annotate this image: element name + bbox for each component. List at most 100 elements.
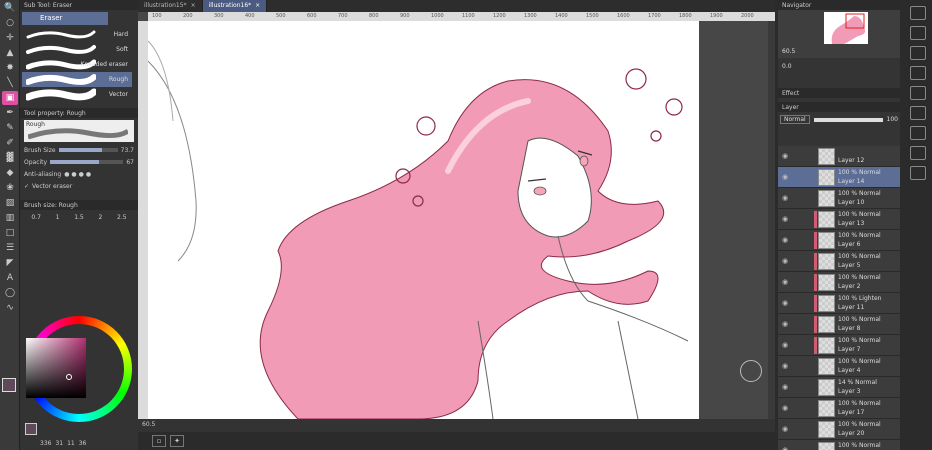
layer-opacity-value[interactable]: 100 (887, 116, 898, 123)
frame-tool-icon[interactable]: ☰ (2, 241, 18, 255)
brush-size-panel-header: Brush size: Rough (20, 200, 138, 210)
brush-item[interactable]: Vector (22, 87, 132, 102)
panel-toggle-icon[interactable] (910, 146, 926, 160)
brush-size-preset[interactable]: 2.5 (117, 214, 127, 221)
brush-item[interactable]: Kneaded eraser (22, 57, 132, 72)
panel-toggle-icon[interactable] (910, 66, 926, 80)
clipping-indicator (814, 295, 817, 312)
brush-item[interactable]: Soft (22, 42, 132, 57)
airbrush-tool-icon[interactable]: ▓ (2, 151, 18, 165)
fit-view-icon[interactable]: ▫ (152, 435, 166, 447)
layer-row[interactable]: ◉ 100 % Normal Layer 20 (778, 419, 900, 440)
layer-row[interactable]: ◉ 100 % Normal (778, 440, 900, 450)
opacity-slider[interactable] (50, 160, 124, 164)
brush-item[interactable]: Rough (22, 72, 132, 87)
brush-item[interactable]: Hard (22, 27, 132, 42)
eye-icon[interactable]: ◉ (782, 446, 788, 450)
color-picker-cursor[interactable] (66, 374, 72, 380)
layer-row[interactable]: ◉ 100 % Normal Layer 2 (778, 272, 900, 293)
secondary-color-swatch[interactable] (25, 423, 37, 435)
panel-toggle-icon[interactable] (910, 86, 926, 100)
drawing-canvas[interactable] (148, 21, 699, 419)
close-icon[interactable]: × (191, 0, 196, 12)
fill-bucket-icon[interactable]: ▨ (2, 196, 18, 210)
eye-icon[interactable]: ◉ (782, 320, 788, 328)
layer-row[interactable]: ◉ 100 % Normal Layer 17 (778, 398, 900, 419)
antialias-options-icon[interactable]: ●●●● (64, 171, 93, 178)
eye-icon[interactable]: ◉ (782, 383, 788, 391)
opacity-row[interactable]: Opacity 67 (20, 156, 138, 168)
antialias-row[interactable]: Anti-aliasing ●●●● (20, 168, 138, 180)
brush-size-row[interactable]: Brush Size 73.7 (20, 144, 138, 156)
gradient-tool-icon[interactable]: ▥ (2, 211, 18, 225)
panel-toggle-icon[interactable] (910, 6, 926, 20)
vector-eraser-row[interactable]: ✓ Vector eraser (20, 180, 138, 192)
layer-row[interactable]: ◉ 100 % Normal Layer 6 (778, 230, 900, 251)
rotate-view-icon[interactable]: ✦ (170, 435, 184, 447)
blend-mode-select[interactable]: Normal (780, 115, 810, 124)
document-tab[interactable]: illustration16* × (202, 0, 268, 12)
panel-toggle-icon[interactable] (910, 106, 926, 120)
vector-eraser-check-icon[interactable]: ✓ (24, 183, 29, 190)
brush-size-preset[interactable]: 0.7 (31, 214, 41, 221)
layer-row[interactable]: ◉ 14 % Normal Layer 3 (778, 377, 900, 398)
eye-icon[interactable]: ◉ (782, 341, 788, 349)
eraser-tool-icon[interactable]: ▣ (2, 91, 18, 105)
panel-toggle-icon[interactable] (910, 126, 926, 140)
shape-tool-icon[interactable]: □ (2, 226, 18, 240)
pencil-tool-icon[interactable]: ✎ (2, 121, 18, 135)
saturation-value-square[interactable] (26, 338, 86, 398)
layer-opacity-slider[interactable] (813, 117, 883, 122)
layer-name: Layer 4 (838, 367, 861, 374)
eye-icon[interactable]: ◉ (782, 215, 788, 223)
eye-icon[interactable]: ◉ (782, 194, 788, 202)
layer-row[interactable]: ◉ 100 % Normal Layer 10 (778, 188, 900, 209)
brush-size-preset[interactable]: 2 (98, 214, 102, 221)
main-color-swatch[interactable] (2, 378, 16, 392)
blend-tool-icon[interactable]: ❀ (2, 181, 18, 195)
layer-row[interactable]: ◉ 100 % Normal Layer 7 (778, 335, 900, 356)
eye-icon[interactable]: ◉ (782, 362, 788, 370)
eye-icon[interactable]: ◉ (782, 257, 788, 265)
brush-size-slider[interactable] (58, 148, 118, 152)
ruler-tool-icon[interactable]: ◤ (2, 256, 18, 270)
fill-tool-icon[interactable]: ▲ (2, 46, 18, 60)
brush-size-preset[interactable]: 1 (56, 214, 60, 221)
zoom-tool-icon[interactable]: 🔍 (2, 1, 18, 15)
layer-row[interactable]: ◉ 100 % Normal Layer 4 (778, 356, 900, 377)
balloon-tool-icon[interactable]: ◯ (2, 286, 18, 300)
eyedropper-icon[interactable]: ╲ (2, 76, 18, 90)
layer-row[interactable]: ◉ Layer 12 (778, 146, 900, 167)
subtool-group-tab[interactable]: Eraser (22, 12, 108, 25)
layer-row[interactable]: ◉ 100 % Lighten Layer 11 (778, 293, 900, 314)
navigator-thumbnail[interactable] (824, 12, 868, 44)
eraser-alt-icon[interactable]: ◆ (2, 166, 18, 180)
layer-row[interactable]: ◉ 100 % Normal Layer 8 (778, 314, 900, 335)
document-tab[interactable]: illustration15* × (138, 0, 203, 12)
layer-row[interactable]: ◉ 100 % Normal Layer 13 (778, 209, 900, 230)
eye-icon[interactable]: ◉ (782, 152, 788, 160)
line-correct-icon[interactable]: ∿ (2, 301, 18, 315)
magic-wand-icon[interactable]: ✸ (2, 61, 18, 75)
vertical-scrollbar[interactable] (768, 21, 775, 419)
move-tool-icon[interactable]: ✛ (2, 31, 18, 45)
layer-row[interactable]: ◉ 100 % Normal Layer 14 (778, 167, 900, 188)
panel-toggle-icon[interactable] (910, 166, 926, 180)
horizontal-scrollbar[interactable]: 60.5 (138, 419, 775, 432)
eye-icon[interactable]: ◉ (782, 173, 788, 181)
brush-size-value: 73.7 (120, 146, 134, 154)
eye-icon[interactable]: ◉ (782, 425, 788, 433)
eye-icon[interactable]: ◉ (782, 236, 788, 244)
panel-toggle-icon[interactable] (910, 46, 926, 60)
layer-row[interactable]: ◉ 100 % Normal Layer 5 (778, 251, 900, 272)
eye-icon[interactable]: ◉ (782, 299, 788, 307)
close-icon[interactable]: × (255, 0, 260, 12)
eye-icon[interactable]: ◉ (782, 278, 788, 286)
panel-toggle-icon[interactable] (910, 26, 926, 40)
brush-size-preset[interactable]: 1.5 (74, 214, 84, 221)
lasso-tool-icon[interactable]: ○ (2, 16, 18, 30)
eye-icon[interactable]: ◉ (782, 404, 788, 412)
pen-tool-icon[interactable]: ✒ (2, 106, 18, 120)
brush-tool-icon[interactable]: ✐ (2, 136, 18, 150)
text-tool-icon[interactable]: A (2, 271, 18, 285)
